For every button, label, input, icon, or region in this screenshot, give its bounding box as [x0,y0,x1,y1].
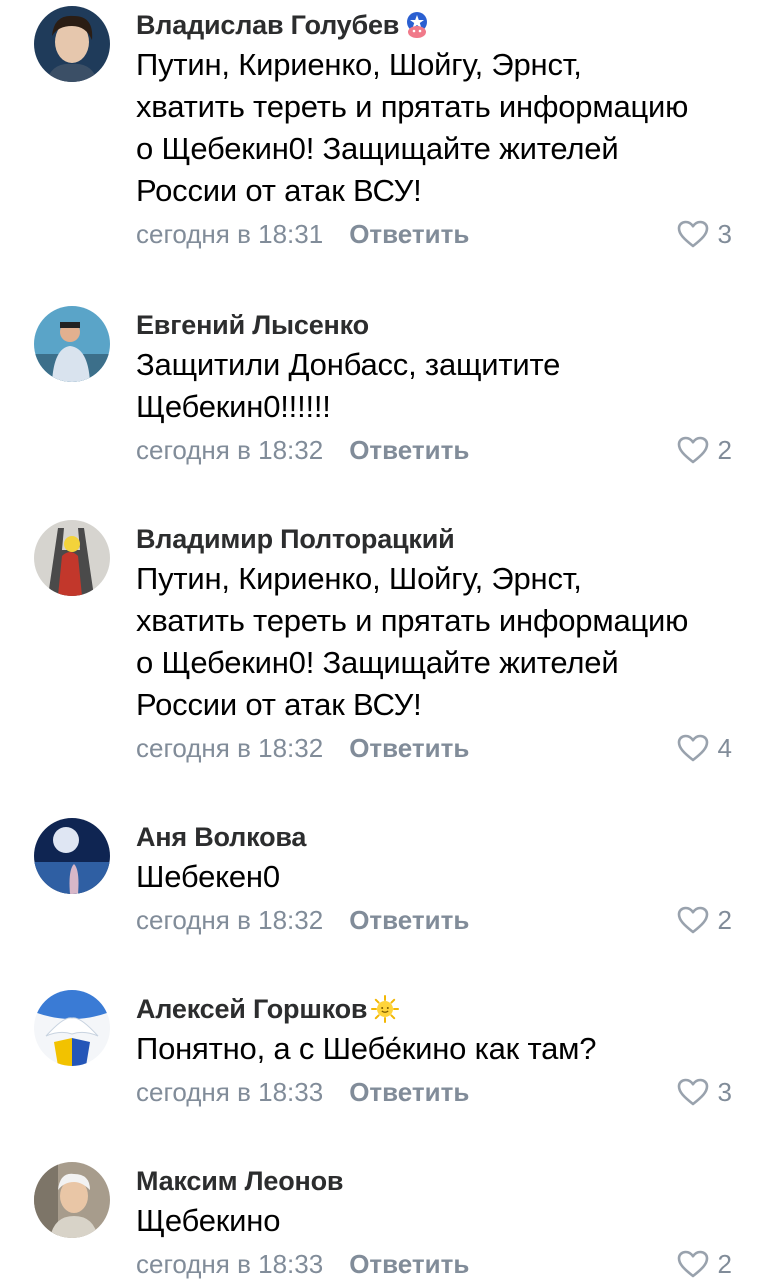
reply-button[interactable]: Ответить [349,905,469,936]
like-count: 2 [717,434,732,465]
avatar[interactable] [34,6,110,82]
reply-button[interactable]: Ответить [349,219,469,250]
comment-author[interactable]: Алексей Горшков [136,994,368,1025]
like-count: 3 [717,1076,732,1107]
comment-author[interactable]: Владимир Полторацкий [136,524,455,555]
avatar[interactable] [34,520,110,596]
like-count: 3 [717,218,732,249]
like-count: 2 [717,904,732,935]
comment-text: Защитили Донбасс, защитите Щебекин0!!!!!… [136,347,561,424]
like-count: 2 [717,1248,732,1279]
comment-text: Шебекен0 [136,859,280,894]
reply-button[interactable]: Ответить [349,1077,469,1108]
heart-icon [677,1250,708,1278]
like-count: 4 [717,732,732,763]
avatar[interactable] [34,306,110,382]
comment-time: сегодня в 18:33 [136,1076,324,1107]
comment-time: сегодня в 18:32 [136,434,324,465]
comment-time: сегодня в 18:32 [136,904,324,935]
comment-text: Путин, Кириенко, Шойгу, Эрнст, хватить т… [136,561,689,722]
avatar-image-icon [34,1162,110,1238]
comment-author[interactable]: Евгений Лысенко [136,310,369,341]
comment-author[interactable]: Аня Волкова [136,822,306,853]
heart-icon [677,906,708,934]
heart-icon [677,734,708,762]
comment-text: Понятно, а с Шебе́кино как там? [136,1031,597,1066]
like-button[interactable]: 3 [676,212,732,256]
avatar-image-icon [34,306,110,382]
reply-button[interactable]: Ответить [349,1249,469,1280]
avatar-image-icon [34,6,110,82]
like-button[interactable]: 3 [676,1070,732,1114]
heart-icon [677,1078,708,1106]
avatar[interactable] [34,1162,110,1238]
comment-author[interactable]: Максим Леонов [136,1166,344,1197]
comment-text: Щебекино [136,1203,281,1238]
comment-time: сегодня в 18:33 [136,1248,324,1279]
avatar-image-icon [34,520,110,596]
reply-button[interactable]: Ответить [349,435,469,466]
comment-text: Путин, Кириенко, Шойгу, Эрнст, хватить т… [136,47,689,208]
sun-icon [371,995,400,1023]
like-button[interactable]: 4 [676,726,732,770]
avatar[interactable] [34,818,110,894]
comment-time: сегодня в 18:31 [136,218,324,249]
comment-time: сегодня в 18:32 [136,732,324,763]
heart-icon [677,436,708,464]
like-button[interactable]: 2 [676,1242,732,1280]
captain-shield-icon [403,11,431,39]
heart-icon [677,220,708,248]
comment-author[interactable]: Владислав Голубев [136,10,399,41]
like-button[interactable]: 2 [676,898,732,942]
avatar[interactable] [34,990,110,1066]
avatar-image-icon [34,818,110,894]
like-button[interactable]: 2 [676,428,732,472]
avatar-image-icon [34,990,110,1066]
reply-button[interactable]: Ответить [349,733,469,764]
